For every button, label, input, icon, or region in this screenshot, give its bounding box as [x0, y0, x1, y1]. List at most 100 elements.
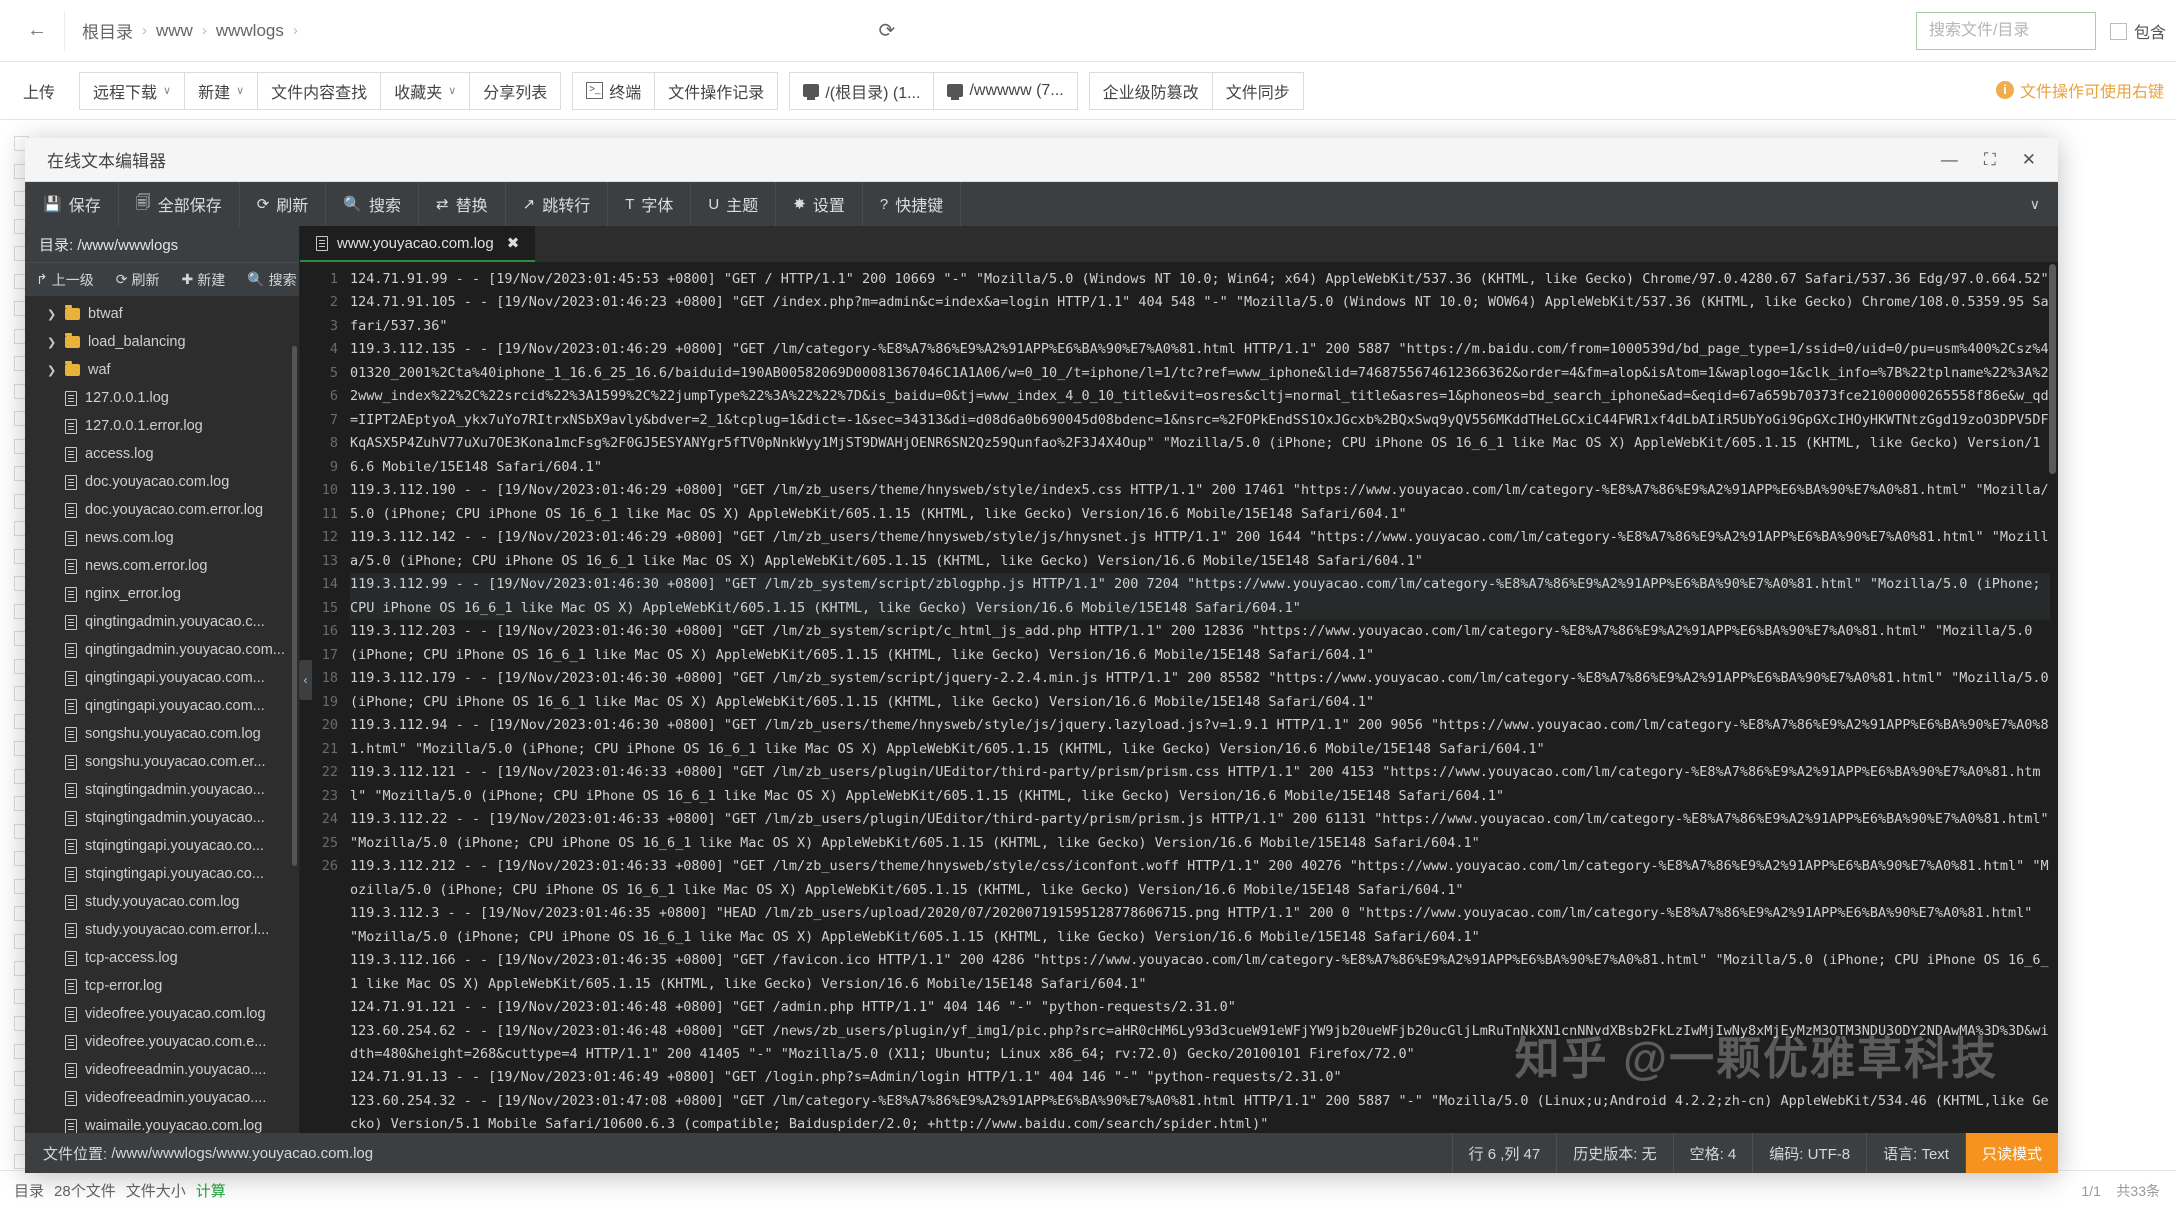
tree-item-29[interactable]: waimaile.youyacao.com.log — [25, 1112, 299, 1133]
tree-item-13[interactable]: qingtingapi.youyacao.com... — [25, 664, 299, 692]
file-operation-log-button[interactable]: 文件操作记录 — [654, 71, 779, 110]
replace-button[interactable]: ⇄ 替换 — [419, 182, 506, 226]
tree-item-0[interactable]: ❯ btwaf — [25, 300, 299, 328]
tree-item-1[interactable]: ❯ load_balancing — [25, 328, 299, 356]
line-number: 22 — [321, 764, 338, 781]
font-button[interactable]: T 字体 — [608, 182, 692, 226]
minimize-button[interactable]: — — [1941, 151, 1958, 168]
close-button[interactable]: ✕ — [2022, 151, 2036, 168]
breadcrumb-item-www[interactable]: www — [149, 21, 200, 41]
code-area[interactable]: 1 2 3 4 5 6 7 8 9 10 11 12 13 14 15 16 17 18 19 20 21 22 23 24 2… — [300, 262, 2058, 1133]
disk-root-button[interactable]: /(根目录) (1... — [789, 71, 935, 110]
tree-item-3[interactable]: 127.0.0.1.log — [25, 384, 299, 412]
checkbox-icon[interactable] — [2109, 22, 2127, 40]
goto-line-icon: ↗ — [522, 196, 536, 213]
code-scrollbar[interactable] — [2049, 264, 2056, 474]
file-icon — [65, 950, 77, 966]
log-line: 124.71.91.105 - - [19/Nov/2023:01:46:23 … — [350, 294, 2049, 334]
indent-spaces[interactable]: 空格: 4 — [1672, 1133, 1753, 1173]
tree-item-label: stqingtingadmin.youyacao... — [85, 782, 265, 798]
tree-item-8[interactable]: news.com.log — [25, 524, 299, 552]
goto-line-button[interactable]: ↗ 跳转行 — [506, 182, 609, 226]
search-button[interactable]: 🔍 搜索 — [326, 182, 420, 226]
shortcuts-button[interactable]: ? 快捷键 — [863, 182, 962, 226]
settings-button[interactable]: ✸ 设置 — [776, 182, 863, 226]
tree-item-6[interactable]: doc.youyacao.com.log — [25, 468, 299, 496]
remote-download-button[interactable]: 远程下载 ∨ — [79, 71, 186, 110]
maximize-button[interactable]: ⛶ — [1984, 151, 1996, 168]
content-search-button[interactable]: 文件内容查找 — [257, 71, 382, 110]
close-icon[interactable]: ✖ — [507, 234, 520, 252]
tree-item-19[interactable]: stqingtingapi.youyacao.co... — [25, 832, 299, 860]
tree-item-22[interactable]: study.youyacao.com.error.l... — [25, 916, 299, 944]
tree-item-16[interactable]: songshu.youyacao.com.er... — [25, 748, 299, 776]
disk-icon — [803, 84, 820, 100]
tree-item-14[interactable]: qingtingapi.youyacao.com... — [25, 692, 299, 720]
file-sync-button[interactable]: 文件同步 — [1211, 71, 1304, 110]
line-number: 24 — [321, 811, 338, 828]
share-list-button[interactable]: 分享列表 — [469, 71, 562, 110]
tree-item-27[interactable]: videofreeadmin.youyacao.... — [25, 1056, 299, 1084]
upload-button[interactable]: 上传 — [10, 71, 69, 110]
include-subdir-checkbox[interactable]: 包含 — [2109, 19, 2166, 43]
chevron-down-icon[interactable]: ∨ — [2030, 196, 2058, 213]
tree-item-26[interactable]: videofree.youyacao.com.e... — [25, 1028, 299, 1056]
back-button[interactable]: ← — [14, 11, 60, 51]
tree-item-23[interactable]: tcp-access.log — [25, 944, 299, 972]
chevron-right-icon[interactable]: ❯ — [47, 364, 57, 377]
disk-wwwww-button[interactable]: /wwwww (7... — [933, 71, 1078, 110]
terminal-button[interactable]: >_ 终端 — [572, 71, 656, 110]
tree-item-2[interactable]: ❯ waf — [25, 356, 299, 384]
tree-new-button[interactable]: ✚ 新建 — [170, 270, 236, 290]
tree-item-25[interactable]: videofree.youyacao.com.log — [25, 1000, 299, 1028]
line-number: 26 — [321, 858, 338, 875]
tree-search-button[interactable]: 🔍 搜索 — [236, 270, 307, 290]
tree-item-12[interactable]: qingtingadmin.youyacao.com... — [25, 636, 299, 664]
file-tree-list[interactable]: ❯ btwaf ❯ load_balancing ❯ waf 127.0.0.1.log 12… — [25, 296, 299, 1133]
panel-collapse-handle[interactable]: ‹ — [299, 659, 312, 700]
tree-item-5[interactable]: access.log — [25, 440, 299, 468]
theme-button[interactable]: U 主题 — [691, 182, 777, 226]
search-input[interactable] — [1915, 12, 2096, 50]
tree-item-7[interactable]: doc.youyacao.com.error.log — [25, 496, 299, 524]
tree-scrollbar[interactable] — [292, 346, 297, 866]
line-number: 25 — [321, 834, 338, 851]
new-button[interactable]: 新建 ∨ — [184, 71, 259, 110]
tree-item-label: news.com.error.log — [85, 558, 208, 574]
tree-item-17[interactable]: stqingtingadmin.youyacao... — [25, 776, 299, 804]
tree-item-4[interactable]: 127.0.0.1.error.log — [25, 412, 299, 440]
save-button[interactable]: 💾 保存 — [25, 182, 119, 226]
footer-calc-link[interactable]: 计算 — [196, 1180, 226, 1201]
encoding[interactable]: 编码: UTF-8 — [1752, 1133, 1866, 1173]
anti-tamper-button[interactable]: 企业级防篡改 — [1088, 71, 1213, 110]
breadcrumb-item-wwwlogs[interactable]: wwwlogs — [209, 21, 291, 41]
button-label: 刷新 — [276, 198, 309, 215]
editor-toolbar: 💾 保存 🗐 全部保存 ⟳ 刷新 🔍 搜索 ⇄ 替换 ↗ 跳转行 T 字体 U 主题 ✸ 设置 ?… — [25, 182, 2058, 226]
line-number: 3 — [329, 317, 338, 334]
tree-item-15[interactable]: songshu.youyacao.com.log — [25, 720, 299, 748]
breadcrumb-separator: › — [201, 22, 207, 39]
tree-item-21[interactable]: study.youyacao.com.log — [25, 888, 299, 916]
tree-refresh-button[interactable]: ⟳ 刷新 — [105, 270, 171, 290]
readonly-mode-badge[interactable]: 只读模式 — [1964, 1133, 2058, 1173]
tree-item-10[interactable]: nginx_error.log — [25, 580, 299, 608]
tree-item-11[interactable]: qingtingadmin.youyacao.c... — [25, 608, 299, 636]
refresh-button[interactable]: ⟳ 刷新 — [240, 182, 327, 226]
tree-item-24[interactable]: tcp-error.log — [25, 972, 299, 1000]
reload-icon[interactable]: ⟳ — [870, 14, 904, 48]
language[interactable]: 语言: Text — [1866, 1133, 1965, 1173]
button-label: 搜索 — [369, 198, 402, 215]
tree-item-20[interactable]: stqingtingapi.youyacao.co... — [25, 860, 299, 888]
chevron-right-icon[interactable]: ❯ — [47, 336, 57, 349]
tree-item-18[interactable]: stqingtingadmin.youyacao... — [25, 804, 299, 832]
save-all-button[interactable]: 🗐 全部保存 — [119, 182, 240, 226]
log-content[interactable]: 124.71.91.99 - - [19/Nov/2023:01:45:53 +… — [346, 262, 2058, 1133]
tree-item-9[interactable]: news.com.error.log — [25, 552, 299, 580]
tree-up-button[interactable]: ↱ 上一级 — [25, 270, 105, 290]
tab-www-youyacao-com-log[interactable]: www.youyacao.com.log ✖ — [300, 226, 536, 262]
favorites-button[interactable]: 收藏夹 ∨ — [380, 71, 471, 110]
breadcrumb-item-root[interactable]: 根目录 — [75, 18, 140, 43]
footer-total: 共33条 — [2116, 1182, 2160, 1199]
chevron-right-icon[interactable]: ❯ — [47, 308, 57, 321]
tree-item-28[interactable]: videofreeadmin.youyacao.... — [25, 1084, 299, 1112]
